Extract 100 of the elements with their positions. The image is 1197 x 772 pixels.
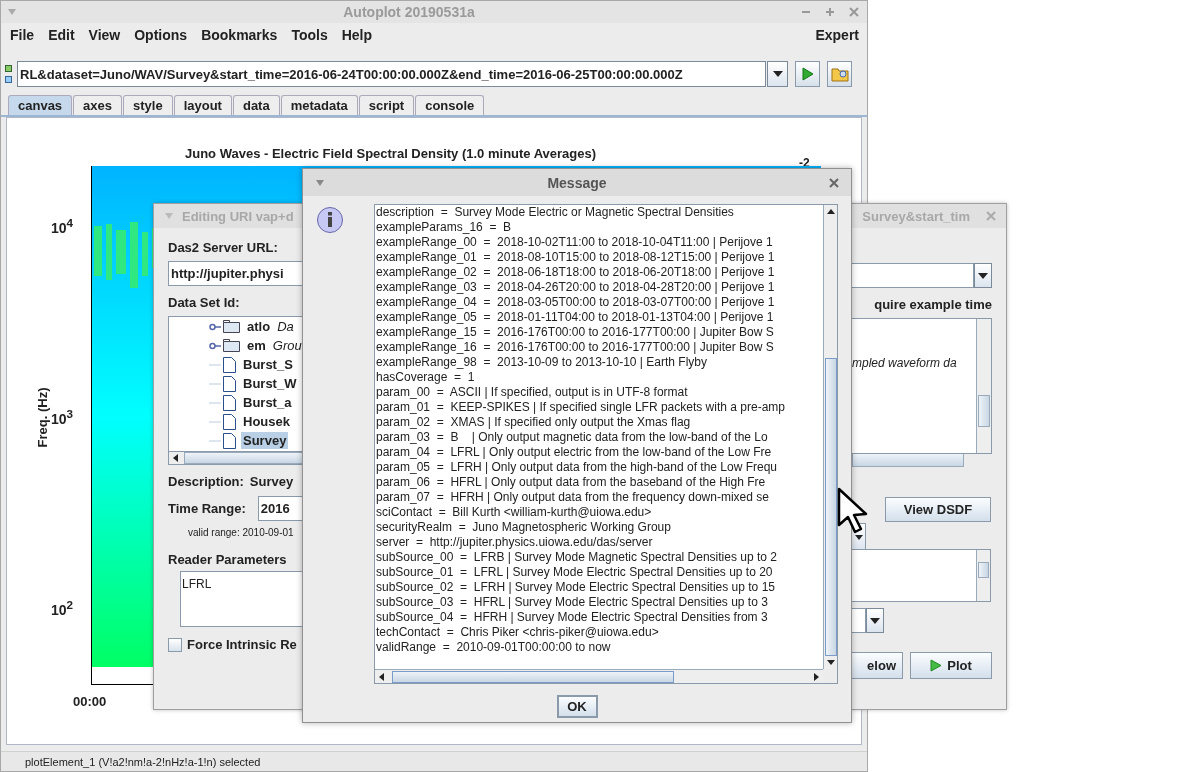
message-line: param_06 = HFRL | Only output data from the baseband of the High Fre bbox=[376, 475, 767, 490]
caret-icon bbox=[772, 71, 783, 77]
message-line: param_01 = KEEP-SPIKES | If specified single LFR packets with a pre-amp bbox=[376, 400, 786, 415]
below-button[interactable]: elow bbox=[852, 652, 903, 679]
y-axis-label: Freq. (Hz) bbox=[34, 386, 50, 450]
left-arrow-icon[interactable] bbox=[173, 454, 178, 462]
tree-item[interactable]: atlo bbox=[245, 318, 273, 335]
horizontal-scrollbar[interactable] bbox=[852, 454, 964, 467]
status-text: plotElement_1 (V!a2!nm!a-2!nHz!a-1!n) selected bbox=[25, 755, 261, 768]
dropdown-button[interactable] bbox=[974, 263, 992, 288]
tab[interactable]: axes bbox=[73, 95, 122, 115]
message-line: subSource_01 = LFRL | Survey Mode Electric Spectral Densities up to 20 bbox=[376, 565, 774, 580]
menu-item[interactable]: File bbox=[3, 27, 42, 43]
tree-line-icon bbox=[209, 439, 221, 442]
window-menu-icon[interactable] bbox=[7, 8, 17, 16]
message-line: param_05 = LFRH | Only output data from the high-band of the Low Frequ bbox=[376, 460, 778, 475]
message-line: subSource_04 = HFRH | Survey Mode Electric Spectral Densities from 3 bbox=[376, 610, 769, 625]
tab[interactable]: layout bbox=[173, 95, 232, 115]
maximize-icon[interactable] bbox=[825, 7, 835, 17]
tree-line-icon bbox=[209, 363, 221, 366]
tab[interactable]: console bbox=[415, 95, 485, 115]
parameters-text-area[interactable]: LFRL bbox=[180, 571, 303, 627]
view-dsdf-button[interactable]: View DSDF bbox=[885, 497, 991, 522]
open-button[interactable] bbox=[827, 61, 852, 87]
plot-button[interactable]: Plot bbox=[910, 652, 992, 679]
file-icon bbox=[223, 432, 236, 449]
tree-item[interactable]: Burst_S bbox=[241, 356, 295, 373]
down-arrow-icon[interactable] bbox=[826, 660, 835, 665]
tab[interactable]: canvas bbox=[8, 95, 73, 115]
tree-item[interactable]: Survey bbox=[241, 432, 289, 449]
field-label: Das2 Server URL: bbox=[168, 240, 279, 255]
close-icon[interactable] bbox=[829, 177, 839, 188]
play-icon bbox=[930, 659, 943, 672]
horizontal-scrollbar[interactable] bbox=[169, 451, 303, 464]
message-line: hasCoverage = 1 bbox=[376, 370, 476, 385]
folder-icon bbox=[223, 339, 240, 352]
folder-icon bbox=[830, 66, 849, 82]
dropdown-button[interactable] bbox=[866, 608, 884, 633]
menu-item[interactable]: Bookmarks bbox=[194, 27, 285, 43]
field-label: quire example time bbox=[874, 297, 992, 312]
menu-item[interactable]: Edit bbox=[41, 27, 82, 43]
menu-item[interactable]: Options bbox=[127, 27, 195, 43]
menu-item[interactable]: Help bbox=[334, 27, 380, 43]
message-line: exampleRange_98 = 2013-10-09 to 2013-10-10 | Earth Flyby bbox=[376, 355, 708, 370]
up-arrow-icon[interactable] bbox=[826, 209, 835, 214]
tree-line-icon bbox=[209, 382, 221, 385]
message-line: exampleRange_00 = 2018-10-02T11:00 to 2018-10-04T11:00 | Perijove 1 bbox=[376, 235, 774, 250]
x-tick-label: 00:00 bbox=[73, 694, 107, 709]
message-line: param_00 = ASCII | If specified, output is in UTF-8 format bbox=[376, 385, 689, 400]
dropdown-button[interactable] bbox=[767, 61, 788, 87]
url-field[interactable]: http://jupiter.physi bbox=[168, 261, 303, 286]
tab[interactable]: script bbox=[358, 95, 415, 115]
description-value: Survey bbox=[249, 474, 294, 489]
ok-button[interactable]: OK bbox=[556, 695, 598, 718]
tree-item[interactable]: em bbox=[245, 337, 268, 354]
message-line: subSource_03 = HFRL | Survey Mode Electric Spectral Densities up to 3 bbox=[376, 595, 769, 610]
vertical-scrollbar[interactable] bbox=[976, 319, 991, 453]
tree-item[interactable]: Burst_W bbox=[241, 375, 299, 392]
horizontal-scrollbar[interactable] bbox=[375, 669, 823, 683]
message-line: exampleRange_01 = 2018-08-10T15:00 to 2018-08-12T15:00 | Perijove 1 bbox=[376, 250, 776, 265]
left-arrow-icon[interactable] bbox=[379, 672, 384, 681]
tree-item[interactable]: Burst_a bbox=[241, 394, 294, 411]
tab[interactable]: data bbox=[232, 95, 280, 115]
time-range-field[interactable]: 2016 bbox=[257, 496, 303, 521]
uri-field[interactable]: RL&dataset=Juno/WAV/Survey&start_time=2016-06-24T00:00:00.000Z&end_time=2016-06-25T00:00:00.000Z bbox=[17, 61, 766, 87]
message-line: subSource_00 = LFRB | Survey Mode Magnetic Spectral Densities up to 2 bbox=[376, 550, 778, 565]
message-line: techContact = Chris Piker <chris-piker@uiowa.edu> bbox=[376, 625, 660, 640]
field-label: Time Range: bbox=[168, 501, 246, 516]
message-line: param_02 = XMAS | If specified only output the Xmas flag bbox=[376, 415, 692, 430]
message-line: subSource_02 = LFRH | Survey Mode Electric Spectral Densities up to 15 bbox=[376, 580, 776, 595]
window-menu-icon[interactable] bbox=[315, 178, 325, 187]
y-tick-label: 10$^{3}$ bbox=[51, 407, 74, 427]
expand-handle-icon[interactable] bbox=[209, 322, 221, 331]
message-line: exampleRange_15 = 2016-176T00:00 to 2016-177T00:00 | Jupiter Bow S bbox=[376, 325, 775, 340]
message-line: exampleRange_05 = 2018-01-11T04:00 to 2018-01-13T04:00 | Perijove 1 bbox=[376, 310, 775, 325]
caret-icon bbox=[978, 272, 988, 279]
expand-handle-icon[interactable] bbox=[209, 341, 221, 350]
combo-field[interactable] bbox=[852, 608, 866, 633]
close-icon[interactable] bbox=[849, 7, 859, 17]
file-icon bbox=[223, 356, 236, 373]
checkbox[interactable] bbox=[168, 637, 182, 652]
dialog-title: Message bbox=[546, 174, 608, 191]
tab[interactable]: metadata bbox=[280, 95, 358, 115]
message-line: description = Survey Mode Electric or Magnetic Spectral Densities bbox=[376, 205, 735, 220]
menu-item[interactable]: Tools bbox=[284, 27, 335, 43]
menu-item[interactable]: Expert bbox=[808, 27, 865, 43]
tab[interactable]: style bbox=[123, 95, 173, 115]
window-title: Autoplot 20190531a bbox=[342, 4, 476, 20]
dialog-title: Survey&start_tim bbox=[862, 208, 970, 224]
list-item[interactable]: mpled waveform da bbox=[852, 356, 957, 370]
tree-item[interactable]: Housek bbox=[241, 413, 292, 430]
combo-field[interactable] bbox=[852, 263, 974, 288]
play-button[interactable] bbox=[795, 61, 820, 87]
vertical-scrollbar[interactable] bbox=[823, 205, 837, 669]
mouse-pointer-icon bbox=[837, 487, 869, 535]
close-icon[interactable] bbox=[986, 211, 996, 221]
window-menu-icon[interactable] bbox=[164, 212, 174, 220]
menu-item[interactable]: View bbox=[81, 27, 128, 43]
right-arrow-icon[interactable] bbox=[814, 672, 819, 681]
vertical-scrollbar[interactable] bbox=[976, 550, 990, 601]
